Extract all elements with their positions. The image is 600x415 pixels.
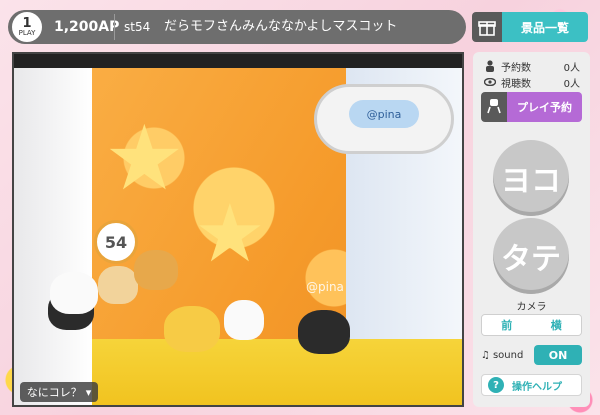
star-decoration: ★ xyxy=(194,187,266,280)
operation-help-button[interactable]: ? 操作ヘルプ xyxy=(481,374,582,396)
camera-toggle: 前 横 xyxy=(481,314,582,336)
plush-white-chick xyxy=(50,272,98,314)
claw-icon xyxy=(481,92,507,122)
station-number-badge: 54 xyxy=(94,220,138,264)
play-count-badge: 1 PLAY xyxy=(10,10,44,44)
reserve-play-button[interactable]: プレイ予約 xyxy=(507,92,582,122)
ap-balance: 1,200AP xyxy=(54,19,120,35)
plush-black-cat-right xyxy=(298,310,350,354)
sound-row: ♫ sound ON xyxy=(481,344,582,366)
plush-orange xyxy=(134,250,178,290)
machine-floor xyxy=(92,339,462,405)
horizontal-move-button[interactable]: ヨコ xyxy=(493,140,569,216)
star-decoration: ★ xyxy=(104,106,185,211)
chevron-down-icon: ▾ xyxy=(85,385,92,399)
station-id: st54 xyxy=(124,20,151,34)
machine-left-wall xyxy=(14,68,92,405)
eye-icon xyxy=(483,78,497,86)
camera-side-option[interactable]: 横 xyxy=(531,315,581,335)
camera-front-option[interactable]: 前 xyxy=(482,315,532,335)
reservation-label: 予約数 xyxy=(501,62,531,74)
gift-icon[interactable] xyxy=(472,12,502,42)
viewer-value: 0人 xyxy=(563,78,580,90)
plush-tan xyxy=(98,266,138,304)
music-note-icon: ♫ xyxy=(481,349,490,361)
viewer-label: 視聴数 xyxy=(501,78,531,90)
reservation-value: 0人 xyxy=(563,62,580,74)
camera-label: カメラ xyxy=(516,302,547,313)
live-video-feed: ★ ★ @pina 54 @pina xyxy=(12,52,464,407)
question-icon: ? xyxy=(488,377,504,393)
pina-watermark: @pina xyxy=(306,280,344,294)
vertical-move-button[interactable]: タテ xyxy=(493,218,569,294)
sound-toggle[interactable]: ON xyxy=(534,345,582,365)
what-is-this-toggle[interactable]: なにコレ？ ▾ xyxy=(20,382,98,402)
plush-yellow-dog xyxy=(164,306,220,352)
person-icon xyxy=(483,60,497,72)
operation-help-label: 操作ヘルプ xyxy=(512,381,562,393)
play-label: PLAY xyxy=(18,29,36,37)
plush-white xyxy=(224,300,264,340)
machine-title: だらモフさんみんななかよしマスコット xyxy=(164,19,398,34)
reservation-count-row: 予約数 0人 xyxy=(483,58,580,74)
what-is-this-label: なにコレ？ xyxy=(26,386,82,399)
control-panel: 予約数 0人 視聴数 0人 プレイ予約 ヨコ タテ カメラ 前 横 ♫ soun… xyxy=(473,52,590,407)
header-divider xyxy=(114,14,115,40)
viewer-count-row: 視聴数 0人 xyxy=(483,74,580,90)
reserve-play[interactable]: プレイ予約 xyxy=(481,92,582,122)
claw-logo: @pina xyxy=(349,100,419,128)
prize-list-button[interactable]: 景品一覧 xyxy=(502,12,588,42)
sound-label: sound xyxy=(492,349,524,361)
